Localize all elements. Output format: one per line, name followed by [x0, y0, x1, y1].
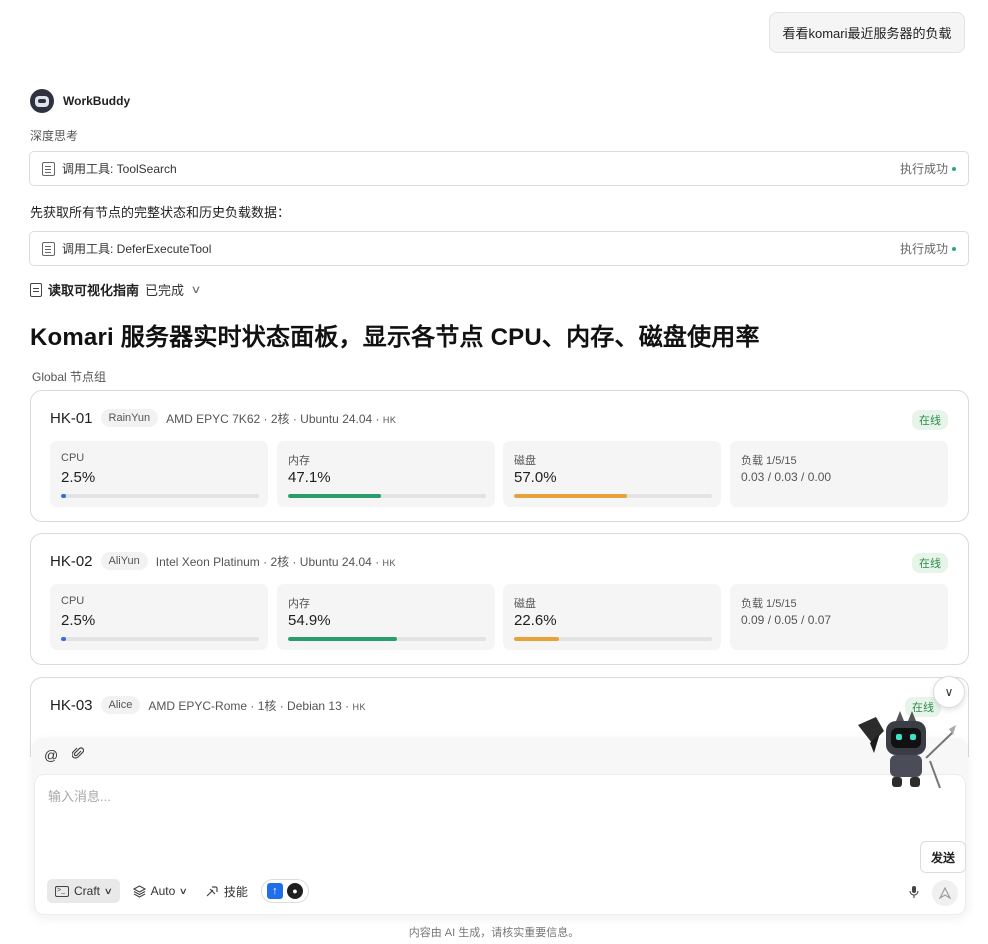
disk-bar-fill — [514, 494, 627, 498]
node-name: HK-03 — [50, 696, 93, 714]
cpu-bar — [61, 494, 259, 498]
skills-button[interactable]: 技能 — [200, 879, 253, 903]
cpu-bar-fill — [61, 637, 66, 641]
tool-call-label: 调用工具: ToolSearch — [62, 162, 177, 176]
cpu-metric: CPU 2.5% — [50, 441, 268, 507]
metric-label: 内存 — [288, 455, 310, 467]
memory-bar — [288, 637, 486, 641]
tool-doc-icon — [42, 241, 55, 256]
send-button[interactable]: 发送 — [920, 841, 966, 873]
tool-doc-icon — [42, 161, 55, 176]
metric-label: CPU — [61, 452, 85, 464]
load-metric: 负载 1/5/15 0.03 / 0.03 / 0.00 — [730, 441, 948, 507]
tool-call-status: 执行成功 — [900, 160, 956, 177]
chevron-down-icon: ∨ — [103, 885, 113, 896]
integrations-group[interactable]: ↑ ● — [260, 879, 309, 903]
tool-call-label: 调用工具: DeferExecuteTool — [62, 242, 212, 256]
status-badge: 在线 — [912, 410, 948, 430]
github-icon[interactable]: ● — [286, 883, 303, 899]
provider-badge: AliYun — [100, 552, 148, 570]
disk-metric: 磁盘 22.6% — [503, 584, 721, 650]
bot-name: WorkBuddy — [63, 94, 131, 108]
step-text: 先获取所有节点的完整状态和历史负载数据： — [30, 205, 291, 220]
message-input[interactable]: 输入消息... 发送 >_ Craft ∨ Auto ∨ 技能 ↑ ● — [34, 774, 966, 915]
group-label: Global 节点组 — [32, 370, 107, 384]
load-value: 0.09 / 0.05 / 0.07 — [741, 613, 832, 627]
metric-value: 47.1% — [288, 469, 331, 486]
paperclip-icon[interactable] — [71, 746, 85, 763]
load-metric: 负载 1/5/15 0.09 / 0.05 / 0.07 — [730, 584, 948, 650]
metric-value: 22.6% — [514, 612, 557, 629]
node-spec: AMD EPYC 7K62 · 2核 · Ubuntu 24.04 · HK — [166, 411, 397, 426]
tool-call-toolsearch[interactable]: 调用工具: ToolSearch 执行成功 — [29, 151, 969, 186]
memory-metric: 内存 47.1% — [277, 441, 495, 507]
metric-label: 负载 1/5/15 — [741, 598, 797, 610]
mode-selector[interactable]: >_ Craft ∨ — [47, 879, 120, 903]
tool-call-status: 执行成功 — [900, 240, 956, 257]
bot-header: WorkBuddy — [30, 89, 130, 113]
user-message-bubble: 看看komari最近服务器的负载 — [769, 12, 965, 53]
provider-badge: RainYun — [100, 409, 159, 427]
deep-thinking-label[interactable]: 深度思考 — [30, 127, 78, 144]
cpu-metric: CPU 2.5% — [50, 584, 268, 650]
success-dot-icon — [952, 166, 956, 171]
node-name: HK-01 — [50, 409, 93, 427]
mascot-robot-image — [858, 711, 956, 789]
chevron-down-icon: ∨ — [190, 284, 202, 296]
disk-bar-fill — [514, 637, 559, 641]
memory-metric: 内存 54.9% — [277, 584, 495, 650]
cpu-bar — [61, 637, 259, 641]
node-spec: Intel Xeon Platinum · 2核 · Ubuntu 24.04 … — [155, 554, 397, 569]
skills-label: 技能 — [223, 884, 248, 899]
node-name: HK-02 — [50, 552, 93, 570]
guide-title: 读取可视化指南 — [48, 283, 140, 298]
metric-label: 磁盘 — [514, 455, 536, 467]
node-card-hk-01: HK-01 RainYun AMD EPYC 7K62 · 2核 · Ubunt… — [30, 390, 969, 522]
cpu-bar-fill — [61, 494, 66, 498]
load-value: 0.03 / 0.03 / 0.00 — [741, 470, 832, 484]
disk-bar — [514, 494, 712, 498]
ai-disclaimer: 内容由 AI 生成，请核实重要信息。 — [408, 927, 580, 939]
message-composer: @ 输入消息... 发送 >_ Craft ∨ Auto ∨ 技能 ↑ ● — [32, 738, 968, 917]
visual-guide-toggle[interactable]: 读取可视化指南 已完成 ∨ — [30, 280, 202, 299]
bot-avatar — [30, 89, 54, 113]
node-spec: AMD EPYC-Rome · 1核 · Debian 13 · HK — [148, 698, 366, 713]
metric-value: 57.0% — [514, 469, 557, 486]
terminal-icon: >_ — [55, 885, 69, 897]
success-dot-icon — [952, 246, 956, 251]
model-label: Auto — [150, 884, 176, 898]
mode-label: Craft — [74, 884, 101, 898]
provider-badge: Alice — [100, 696, 141, 714]
chevron-down-icon: ∨ — [178, 885, 189, 896]
metric-value: 2.5% — [61, 612, 96, 629]
node-card-hk-02: HK-02 AliYun Intel Xeon Platinum · 2核 · … — [30, 533, 969, 665]
memory-bar-fill — [288, 637, 397, 641]
disk-metric: 磁盘 57.0% — [503, 441, 721, 507]
model-selector[interactable]: Auto ∨ — [128, 879, 192, 903]
metric-value: 2.5% — [61, 469, 96, 486]
brand-icon[interactable]: ↑ — [266, 883, 283, 899]
mic-icon[interactable] — [909, 885, 919, 902]
metric-label: 磁盘 — [514, 598, 536, 610]
metric-label: 负载 1/5/15 — [741, 455, 797, 467]
dashboard-title: Komari 服务器实时状态面板，显示各节点 CPU、内存、磁盘使用率 — [30, 324, 760, 351]
layers-icon — [132, 884, 146, 898]
memory-bar-fill — [288, 494, 382, 498]
tool-icon — [206, 885, 218, 896]
metric-value: 54.9% — [288, 612, 331, 629]
document-icon — [30, 282, 42, 297]
status-badge: 在线 — [912, 553, 948, 573]
metric-label: CPU — [61, 595, 85, 607]
input-placeholder: 输入消息... — [48, 789, 111, 804]
disk-bar — [514, 637, 712, 641]
tool-call-deferexecute[interactable]: 调用工具: DeferExecuteTool 执行成功 — [29, 231, 969, 266]
at-icon[interactable]: @ — [44, 747, 58, 763]
chevron-down-icon: ∨ — [944, 685, 954, 699]
send-arrow-icon[interactable] — [932, 880, 958, 906]
memory-bar — [288, 494, 486, 498]
guide-status: 已完成 — [145, 283, 185, 298]
metric-label: 内存 — [288, 598, 310, 610]
